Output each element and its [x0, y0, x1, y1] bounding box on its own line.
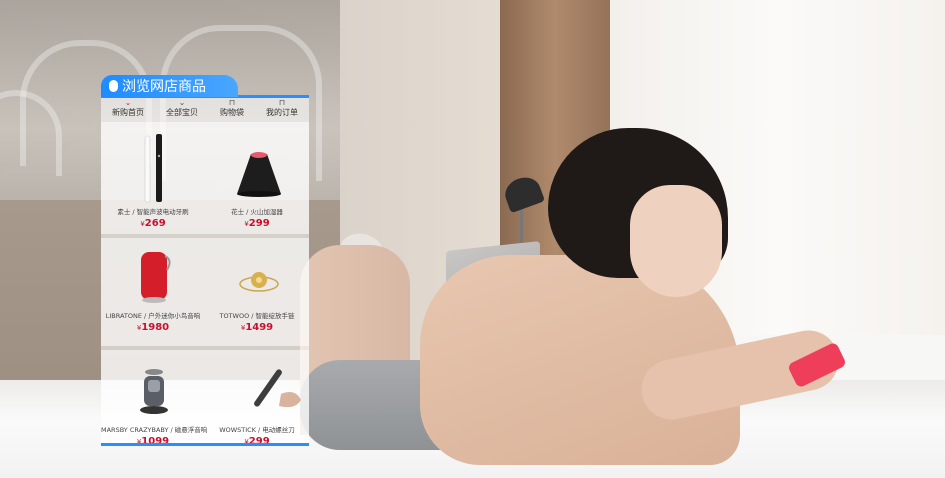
product-price: ¥299	[244, 218, 270, 229]
product-bracelet[interactable]: TOTWOO / 智能绽放手链 ¥1499	[205, 238, 309, 346]
product-card-row-2: LIBRATONE / 户外迷你小鸟音响 ¥1980 TOTWOO / 智能绽放…	[101, 238, 309, 346]
product-humidifier[interactable]: 花士 / 火山加湿器 ¥299	[205, 122, 309, 234]
panel-title: 浏览网店商品	[122, 79, 206, 95]
panel-bottom-border	[101, 443, 309, 446]
home-icon: ⌄	[124, 98, 132, 107]
product-name: 花士 / 火山加湿器	[231, 208, 283, 216]
bag-icon: ⊓	[228, 98, 236, 107]
bubble-icon	[109, 80, 118, 92]
user-icon: ⊓	[278, 98, 286, 107]
toothbrush-icon	[144, 134, 162, 203]
product-card-row-3: MARSBY CRAZYBABY / 磁悬浮音响 ¥1099 WOWSTICK …	[101, 350, 309, 443]
product-price: ¥1980	[136, 322, 170, 333]
levitating-speaker-icon	[140, 369, 168, 414]
shop-nav: ⌄ 新购首页 ⌄ 全部宝贝 ⊓ 购物袋 ⊓ 我的订单	[101, 98, 309, 120]
product-name: WOWSTICK / 电动螺丝刀	[219, 426, 295, 434]
product-name: MARSBY CRAZYBABY / 磁悬浮音响	[101, 426, 208, 434]
product-name: 素士 / 智能声波电动牙刷	[117, 208, 189, 216]
product-toothbrush[interactable]: 素士 / 智能声波电动牙刷 ¥269	[101, 122, 205, 234]
product-price: ¥1099	[136, 436, 170, 443]
speaker-icon	[141, 252, 171, 303]
woman-face	[630, 185, 722, 297]
product-name: LIBRATONE / 户外迷你小鸟音响	[105, 312, 201, 320]
humidifier-icon	[237, 152, 281, 197]
nav-bag[interactable]: ⊓ 购物袋	[220, 98, 244, 120]
panel-title-tab: 浏览网店商品	[101, 75, 238, 97]
product-card-row-1: 素士 / 智能声波电动牙刷 ¥269 花士 / 火山加湿器 ¥299	[101, 122, 309, 234]
screwdriver-icon	[254, 369, 301, 408]
chevron-down-icon: ⌄	[178, 98, 186, 107]
bracelet-icon	[239, 272, 279, 292]
product-price: ¥299	[244, 436, 270, 443]
product-screwdriver[interactable]: WOWSTICK / 电动螺丝刀 ¥299	[205, 350, 309, 443]
product-name: TOTWOO / 智能绽放手链	[219, 312, 295, 320]
product-price: ¥1499	[240, 322, 274, 333]
nav-home[interactable]: ⌄ 新购首页	[112, 98, 144, 120]
product-levitating-speaker[interactable]: MARSBY CRAZYBABY / 磁悬浮音响 ¥1099	[101, 350, 208, 443]
product-price: ¥269	[140, 218, 166, 229]
nav-all-items[interactable]: ⌄ 全部宝贝	[166, 98, 198, 120]
nav-orders[interactable]: ⊓ 我的订单	[266, 98, 298, 120]
product-speaker[interactable]: LIBRATONE / 户外迷你小鸟音响 ¥1980	[101, 238, 205, 346]
